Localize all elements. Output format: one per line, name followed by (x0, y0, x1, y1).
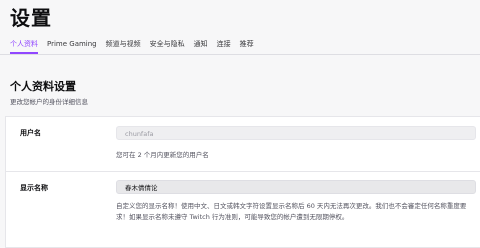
display-name-label: 显示名称 (20, 184, 48, 192)
display-name-row: 显示名称 春木倩倩论 自定义您的显示名称！使用中文、日文或韩文字符设置显示名称后… (6, 172, 480, 247)
username-input[interactable]: chunfafa (116, 126, 476, 140)
username-hint: 您可在 2 个月内更新您的用户名 (116, 151, 209, 159)
tab-channel-and-videos[interactable]: 频道与视频 (106, 38, 141, 52)
tab-connections[interactable]: 连接 (217, 38, 231, 52)
settings-tabs: 个人资料 Prime Gaming 频道与视频 安全与隐私 通知 连接 推荐 (10, 38, 254, 54)
page-title: 设置 (10, 6, 52, 30)
tabs-divider (0, 54, 480, 55)
profile-settings-card: 用户名 chunfafa 您可在 2 个月内更新您的用户名 显示名称 春木倩倩论… (5, 116, 480, 248)
username-label: 用户名 (20, 129, 41, 137)
profile-section-title: 个人资料设置 (10, 80, 76, 93)
display-name-input[interactable]: 春木倩倩论 (116, 180, 476, 194)
profile-section-subtitle: 更改您帐户的身份详细信息 (10, 98, 88, 106)
username-row: 用户名 chunfafa 您可在 2 个月内更新您的用户名 (6, 117, 480, 171)
tab-security-and-privacy[interactable]: 安全与隐私 (150, 38, 185, 52)
tab-recommendations[interactable]: 推荐 (240, 38, 254, 52)
tab-profile[interactable]: 个人资料 (10, 38, 38, 54)
tab-prime-gaming[interactable]: Prime Gaming (47, 38, 97, 52)
tab-notifications[interactable]: 通知 (194, 38, 208, 52)
display-name-hint: 自定义您的显示名称！使用中文、日文或韩文字符设置显示名称后 60 天内无法再次更… (116, 202, 467, 221)
